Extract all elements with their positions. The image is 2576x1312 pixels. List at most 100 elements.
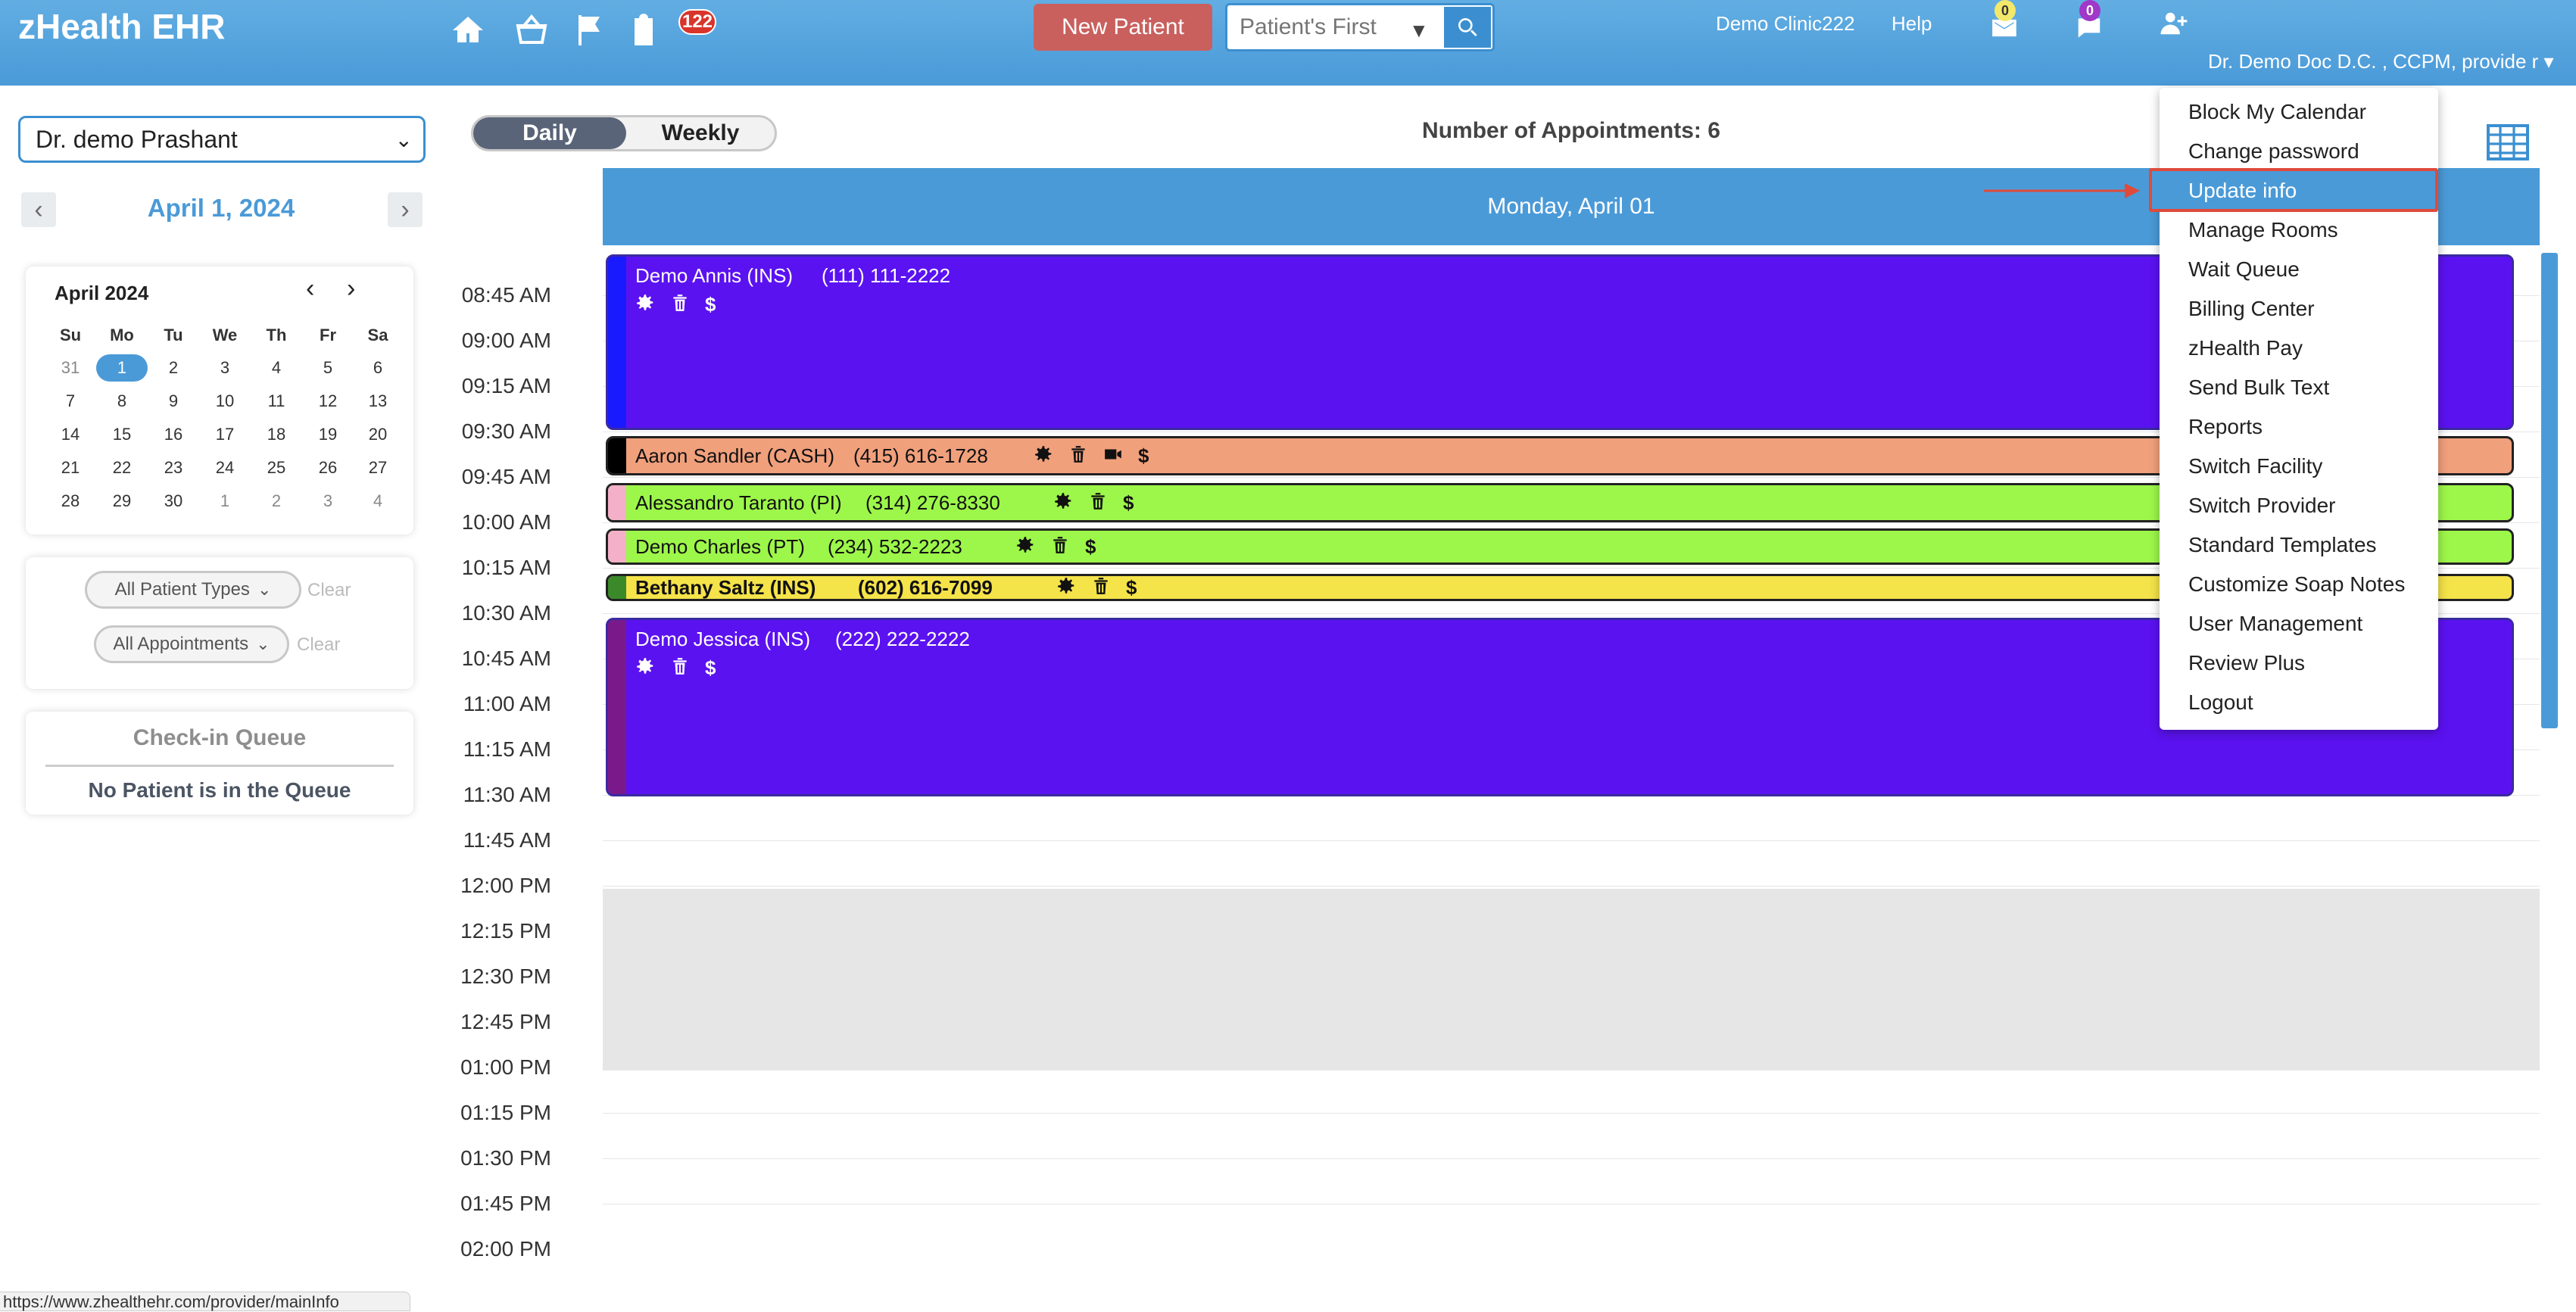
- calendar-day[interactable]: 28: [51, 488, 89, 515]
- add-user-icon[interactable]: [2160, 9, 2193, 42]
- calendar-day[interactable]: 20: [359, 421, 397, 448]
- user-menu-item[interactable]: Review Plus: [2188, 651, 2305, 675]
- help-link[interactable]: Help: [1891, 12, 1932, 36]
- user-menu-item[interactable]: Update info: [2188, 179, 2297, 203]
- appointment-filter[interactable]: All Appointments ⌄: [94, 625, 289, 663]
- calendar-day[interactable]: 2: [154, 354, 192, 382]
- calendar-day[interactable]: 7: [51, 388, 89, 415]
- video-icon[interactable]: [1103, 444, 1123, 469]
- gear-icon[interactable]: [1053, 491, 1073, 516]
- new-patient-button[interactable]: New Patient: [1034, 4, 1212, 51]
- calendar-day[interactable]: 30: [154, 488, 192, 515]
- calendar-day[interactable]: 21: [51, 454, 89, 481]
- calendar-next-month-icon[interactable]: ›: [347, 274, 355, 304]
- brand-logo[interactable]: zHealth EHR: [18, 6, 225, 47]
- flag-icon[interactable]: [568, 8, 613, 53]
- calendar-day[interactable]: 25: [257, 454, 295, 481]
- calendar-day[interactable]: 24: [206, 454, 244, 481]
- gear-icon[interactable]: [1056, 576, 1076, 599]
- gear-icon[interactable]: [1034, 444, 1053, 469]
- user-menu-item[interactable]: Switch Facility: [2188, 454, 2322, 478]
- calendar-day[interactable]: 16: [154, 421, 192, 448]
- calendar-day[interactable]: 23: [154, 454, 192, 481]
- user-menu-item[interactable]: Reports: [2188, 415, 2263, 439]
- gear-icon[interactable]: [635, 656, 655, 681]
- calendar-day[interactable]: 8: [103, 388, 141, 415]
- calendar-day[interactable]: 18: [257, 421, 295, 448]
- dollar-icon[interactable]: $: [1138, 444, 1149, 468]
- trash-icon[interactable]: [1091, 576, 1111, 599]
- trash-icon[interactable]: [670, 293, 690, 318]
- clear-patient-type-filter[interactable]: Clear: [307, 580, 351, 601]
- calendar-day[interactable]: 2: [257, 488, 295, 515]
- prev-day-button[interactable]: ‹: [21, 192, 56, 227]
- appointment-patient-name[interactable]: Demo Annis (INS): [635, 264, 793, 288]
- calendar-day[interactable]: 4: [257, 354, 295, 382]
- appointment-patient-name[interactable]: Alessandro Taranto (PI): [635, 491, 842, 515]
- grid-view-icon[interactable]: [2487, 124, 2529, 160]
- appointment-patient-name[interactable]: Demo Charles (PT): [635, 535, 805, 559]
- user-menu-item[interactable]: Wait Queue: [2188, 257, 2300, 282]
- clear-appointment-filter[interactable]: Clear: [297, 634, 340, 656]
- trash-icon[interactable]: [1068, 444, 1088, 469]
- user-menu-item[interactable]: zHealth Pay: [2188, 336, 2303, 360]
- user-menu-item[interactable]: Send Bulk Text: [2188, 376, 2329, 400]
- daily-view-button[interactable]: Daily: [473, 117, 626, 149]
- calendar-day[interactable]: 6: [359, 354, 397, 382]
- dollar-icon[interactable]: $: [1123, 491, 1134, 515]
- provider-menu-toggle[interactable]: Dr. Demo Doc D.C. , CCPM, provide r ▾: [2208, 50, 2554, 73]
- calendar-day[interactable]: 26: [309, 454, 347, 481]
- patient-search-input[interactable]: [1238, 5, 1405, 49]
- calendar-day[interactable]: 12: [309, 388, 347, 415]
- gear-icon[interactable]: [635, 293, 655, 318]
- user-menu-item[interactable]: Change password: [2188, 139, 2359, 164]
- user-menu-item[interactable]: Switch Provider: [2188, 494, 2336, 518]
- provider-select[interactable]: Dr. demo Prashant ⌄: [18, 116, 426, 163]
- calendar-day[interactable]: 14: [51, 421, 89, 448]
- basket-icon[interactable]: [509, 8, 554, 53]
- calendar-day[interactable]: 3: [309, 488, 347, 515]
- weekly-view-button[interactable]: Weekly: [626, 117, 775, 149]
- calendar-prev-month-icon[interactable]: ‹: [306, 274, 314, 304]
- search-type-dropdown-icon[interactable]: ▼: [1409, 19, 1429, 42]
- home-icon[interactable]: [445, 8, 491, 53]
- next-day-button[interactable]: ›: [388, 192, 423, 227]
- calendar-day[interactable]: 15: [103, 421, 141, 448]
- gear-icon[interactable]: [1015, 535, 1035, 560]
- calendar-day[interactable]: 4: [359, 488, 397, 515]
- scrollbar[interactable]: [2541, 253, 2558, 728]
- calendar-day[interactable]: 17: [206, 421, 244, 448]
- calendar-day[interactable]: 5: [309, 354, 347, 382]
- trash-icon[interactable]: [1088, 491, 1108, 516]
- calendar-day[interactable]: 9: [154, 388, 192, 415]
- appointment-patient-name[interactable]: Demo Jessica (INS): [635, 628, 810, 651]
- calendar-day[interactable]: 22: [103, 454, 141, 481]
- patient-type-filter[interactable]: All Patient Types ⌄: [85, 571, 301, 609]
- calendar-day[interactable]: 1: [206, 488, 244, 515]
- dollar-icon[interactable]: $: [705, 656, 716, 680]
- clinic-link[interactable]: Demo Clinic222: [1716, 12, 1855, 36]
- trash-icon[interactable]: [1050, 535, 1070, 560]
- trash-icon[interactable]: [670, 656, 690, 681]
- clipboard-icon[interactable]: [621, 8, 666, 53]
- user-menu-item[interactable]: Logout: [2188, 690, 2253, 715]
- dollar-icon[interactable]: $: [705, 293, 716, 316]
- calendar-day-selected[interactable]: 1: [96, 354, 148, 382]
- current-date[interactable]: April 1, 2024: [114, 194, 329, 223]
- appointment-patient-name[interactable]: Aaron Sandler (CASH): [635, 444, 834, 468]
- notification-badge[interactable]: 122: [678, 9, 716, 35]
- dollar-icon[interactable]: $: [1126, 576, 1137, 599]
- calendar-day[interactable]: 19: [309, 421, 347, 448]
- user-menu-item[interactable]: Billing Center: [2188, 297, 2315, 321]
- dollar-icon[interactable]: $: [1085, 535, 1096, 559]
- user-menu-item[interactable]: Customize Soap Notes: [2188, 572, 2405, 597]
- calendar-day[interactable]: 31: [51, 354, 89, 382]
- appointment-patient-name[interactable]: Bethany Saltz (INS): [635, 576, 816, 599]
- user-menu-item[interactable]: Manage Rooms: [2188, 218, 2338, 242]
- calendar-day[interactable]: 29: [103, 488, 141, 515]
- user-menu-item[interactable]: Block My Calendar: [2188, 100, 2366, 124]
- user-menu-item[interactable]: User Management: [2188, 612, 2362, 636]
- user-menu-item[interactable]: Standard Templates: [2188, 533, 2377, 557]
- calendar-day[interactable]: 11: [257, 388, 295, 415]
- calendar-day[interactable]: 13: [359, 388, 397, 415]
